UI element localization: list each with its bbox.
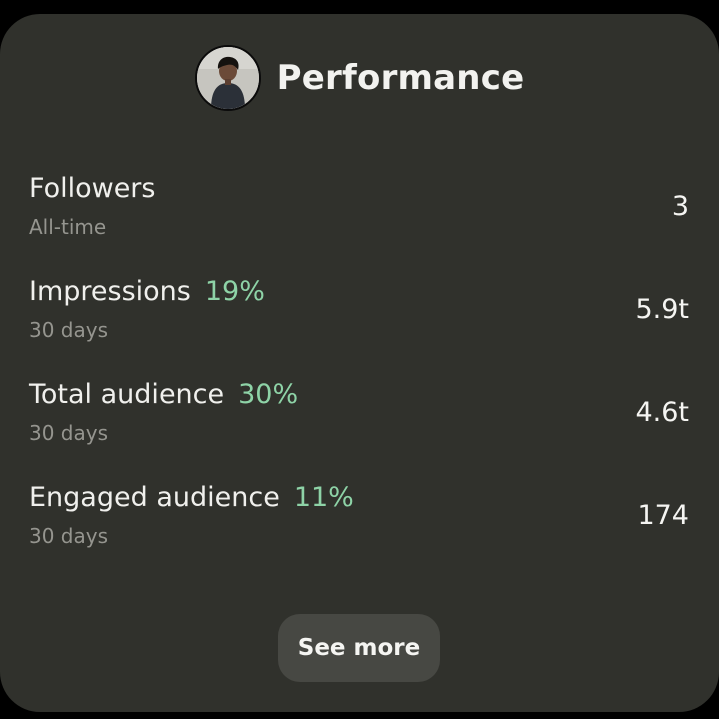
metric-period: 30 days [29, 524, 109, 548]
see-more-button[interactable]: See more [278, 614, 440, 682]
card-header: Performance [0, 44, 719, 112]
metric-row-total-audience[interactable]: Total audience 30% 30 days 4.6t [29, 379, 689, 459]
metric-value: 4.6t [635, 397, 689, 428]
metric-value: 3 [671, 191, 689, 222]
metric-period: 30 days [29, 421, 109, 445]
metric-change: 11% [293, 482, 354, 513]
metric-period: All-time [29, 215, 107, 239]
metric-row-impressions[interactable]: Impressions 19% 30 days 5.9t [29, 276, 689, 356]
metric-label: Engaged audience [29, 482, 280, 513]
performance-card: Performance Followers All-time 3 Impress… [0, 14, 719, 712]
metric-label: Followers [29, 173, 156, 204]
page-title: Performance [276, 58, 525, 98]
profile-photo [196, 47, 259, 109]
metric-label: Total audience [29, 379, 225, 410]
metric-value: 5.9t [635, 294, 689, 325]
metric-change: 19% [204, 276, 265, 307]
metric-row-engaged-audience[interactable]: Engaged audience 11% 30 days 174 [29, 482, 689, 562]
metric-change: 30% [238, 379, 299, 410]
metric-label: Impressions [29, 276, 191, 307]
metric-period: 30 days [29, 318, 109, 342]
metric-value: 174 [637, 500, 689, 531]
metric-row-followers[interactable]: Followers All-time 3 [29, 173, 689, 253]
avatar[interactable] [194, 45, 261, 111]
